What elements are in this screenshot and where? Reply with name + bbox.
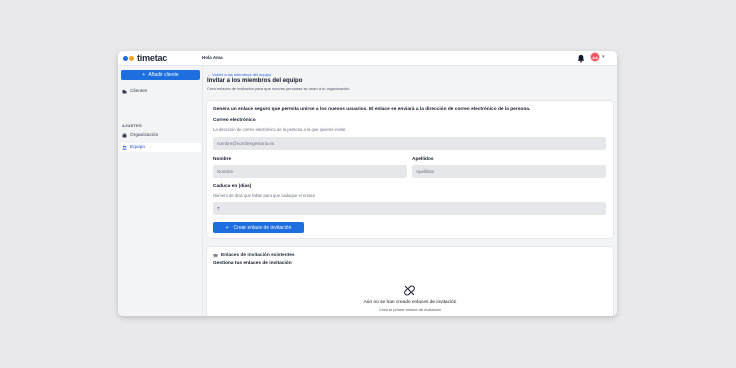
brand-logo[interactable]: timetac [123, 53, 167, 63]
expires-label: Caduca en (días) [213, 184, 252, 189]
add-client-button[interactable]: + Añadir cliente [121, 70, 200, 80]
first-name-label: Nombre [213, 157, 232, 162]
expires-field[interactable]: 7 [213, 202, 606, 215]
brand-name: timetac [137, 53, 168, 63]
users-icon [122, 145, 127, 150]
empty-state-title: Aún no se han creado enlaces de invitaci… [363, 300, 457, 305]
sidebar: + Añadir cliente Clientes AJUSTES Organi… [118, 66, 203, 316]
sidebar-item-label: Organización [130, 133, 159, 138]
plus-icon: + [225, 224, 229, 231]
chevron-down-icon: ▾ [602, 54, 605, 60]
plus-icon: + [142, 72, 146, 78]
top-bar: timetac Hola Ama AA ▾ [118, 51, 617, 66]
create-invite-link-button[interactable]: + Crear enlace de invitación [213, 222, 304, 233]
page-title: Invitar a los miembros del equipo [207, 78, 303, 84]
back-link-label: Volver a los miembros del equipo [212, 72, 272, 77]
create-invite-link-label: Crear enlace de invitación [233, 224, 292, 231]
invite-form-card: Genera un enlace seguro que permita unir… [207, 101, 613, 238]
existing-links-subtitle: Gestiona tus enlaces de invitación [213, 261, 292, 266]
email-field[interactable]: nombre@nombregestoria.es [213, 137, 606, 150]
sidebar-item-equipo[interactable]: Equipo [120, 143, 201, 152]
form-intro: Genera un enlace seguro que permita unir… [213, 107, 531, 112]
greeting-text: Hola Ama [202, 55, 223, 60]
empty-state-subtitle: Crea tu primer enlace de invitación [379, 307, 441, 312]
main-content: ← Volver a los miembros del equipo Invit… [203, 66, 617, 316]
logo-mark-icon [123, 55, 134, 61]
back-link[interactable]: ← Volver a los miembros del equipo [207, 72, 271, 77]
list-icon [213, 254, 218, 258]
sidebar-item-clientes[interactable]: Clientes [122, 89, 147, 94]
user-menu[interactable]: AA ▾ [590, 52, 605, 62]
sidebar-item-label: Equipo [130, 145, 145, 150]
app-window: timetac Hola Ama AA ▾ + Añadir cliente C… [118, 51, 617, 316]
existing-links-card: Enlaces de invitación existentes Gestion… [207, 247, 613, 316]
existing-links-header: Enlaces de invitación existentes [213, 253, 295, 258]
link-off-icon [404, 285, 415, 296]
sidebar-item-label: Clientes [130, 89, 148, 94]
email-label: Correo electrónico [213, 118, 256, 123]
last-name-field[interactable]: Apellidos [412, 165, 606, 178]
building-icon [122, 90, 127, 94]
bell-icon[interactable] [577, 54, 585, 63]
avatar: AA [590, 52, 600, 62]
briefcase-icon [122, 133, 127, 138]
page-subtitle: Crea enlaces de invitación para que nuev… [207, 86, 351, 91]
expires-hint: Número de días que faltan para que caduq… [213, 193, 316, 198]
sidebar-item-organizacion[interactable]: Organización [122, 133, 158, 138]
add-client-label: Añadir cliente [148, 72, 179, 78]
first-name-field[interactable]: Nombre [213, 165, 407, 178]
last-name-label: Apellidos [412, 157, 434, 162]
email-hint: La dirección de correo electrónico de la… [213, 127, 346, 132]
settings-section-label: AJUSTES [122, 123, 142, 128]
existing-links-title: Enlaces de invitación existentes [221, 253, 295, 258]
